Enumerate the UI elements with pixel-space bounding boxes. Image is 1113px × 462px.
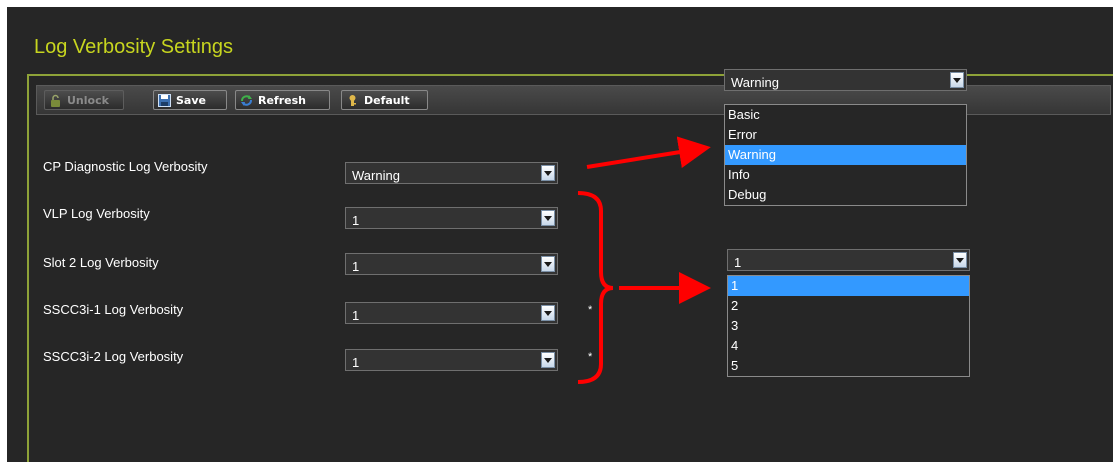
app-window: Log Verbosity Settings Unlock Save Refre… (7, 7, 1113, 462)
brace-annotation (577, 191, 614, 384)
arrow-to-level-options (586, 136, 711, 169)
annotation-overlay (577, 136, 711, 384)
